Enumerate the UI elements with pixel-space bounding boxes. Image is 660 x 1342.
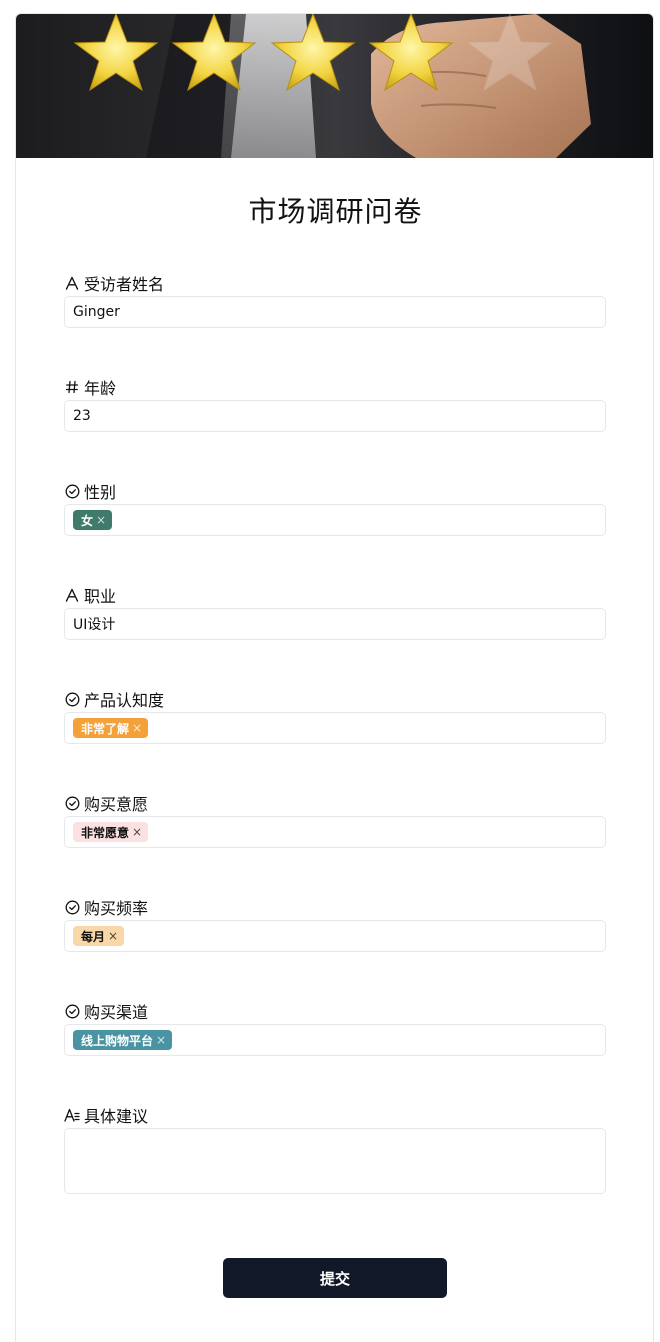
occupation-input[interactable]: UI设计 <box>64 608 606 640</box>
field-purchase-frequency: 购买频率 每月 × <box>64 896 606 952</box>
input-value: 23 <box>73 408 91 424</box>
check-circle-icon <box>64 1003 80 1019</box>
field-label: 购买意愿 <box>84 795 149 814</box>
purchase-frequency-select[interactable]: 每月 × <box>64 920 606 952</box>
gender-select[interactable]: 女 × <box>64 504 606 536</box>
field-product-awareness: 产品认知度 非常了解 × <box>64 688 606 744</box>
remove-tag-icon[interactable]: × <box>108 929 118 943</box>
long-text-icon <box>64 1107 80 1123</box>
remove-tag-icon[interactable]: × <box>156 1033 166 1047</box>
selected-tag: 女 × <box>73 510 113 530</box>
purchase-intent-select[interactable]: 非常愿意 × <box>64 816 606 848</box>
selected-tag: 非常愿意 × <box>73 822 149 842</box>
respondent-name-input[interactable]: Ginger <box>64 296 606 328</box>
remove-tag-icon[interactable]: × <box>96 513 106 527</box>
field-label: 具体建议 <box>84 1107 149 1126</box>
field-occupation: 职业 UI设计 <box>64 584 606 640</box>
page-title: 市场调研问卷 <box>248 195 423 228</box>
check-circle-icon <box>64 691 80 707</box>
field-age: 年龄 23 <box>64 376 606 432</box>
check-circle-icon <box>64 795 80 811</box>
purchase-channel-select[interactable]: 线上购物平台 × <box>64 1024 606 1056</box>
field-label: 受访者姓名 <box>84 275 165 294</box>
banner-image <box>16 14 653 158</box>
field-gender: 性别 女 × <box>64 480 606 536</box>
field-purchase-channel: 购买渠道 线上购物平台 × <box>64 1000 606 1056</box>
selected-tag: 线上购物平台 × <box>73 1030 173 1050</box>
field-label: 职业 <box>84 587 117 606</box>
field-label: 购买渠道 <box>84 1003 149 1022</box>
suggestions-textarea[interactable] <box>64 1128 606 1194</box>
submit-button[interactable]: 提交 <box>223 1258 447 1298</box>
field-label: 性别 <box>84 483 117 502</box>
field-label: 产品认知度 <box>84 691 165 710</box>
text-icon <box>64 275 80 291</box>
hash-icon <box>64 379 80 395</box>
survey-card: 市场调研问卷 受访者姓名 Ginger 年龄 23 性别 女 × 职业 UI设计… <box>15 13 654 1342</box>
field-purchase-intent: 购买意愿 非常愿意 × <box>64 792 606 848</box>
field-label: 购买频率 <box>84 899 149 918</box>
remove-tag-icon[interactable]: × <box>132 825 142 839</box>
check-circle-icon <box>64 899 80 915</box>
text-icon <box>64 587 80 603</box>
field-respondent-name: 受访者姓名 Ginger <box>64 272 606 328</box>
field-suggestions: 具体建议 <box>64 1104 606 1194</box>
selected-tag: 每月 × <box>73 926 125 946</box>
age-input[interactable]: 23 <box>64 400 606 432</box>
field-label: 年龄 <box>84 379 117 398</box>
input-value: UI设计 <box>73 617 116 633</box>
check-circle-icon <box>64 483 80 499</box>
remove-tag-icon[interactable]: × <box>132 721 142 735</box>
selected-tag: 非常了解 × <box>73 718 149 738</box>
product-awareness-select[interactable]: 非常了解 × <box>64 712 606 744</box>
input-value: Ginger <box>73 304 120 320</box>
